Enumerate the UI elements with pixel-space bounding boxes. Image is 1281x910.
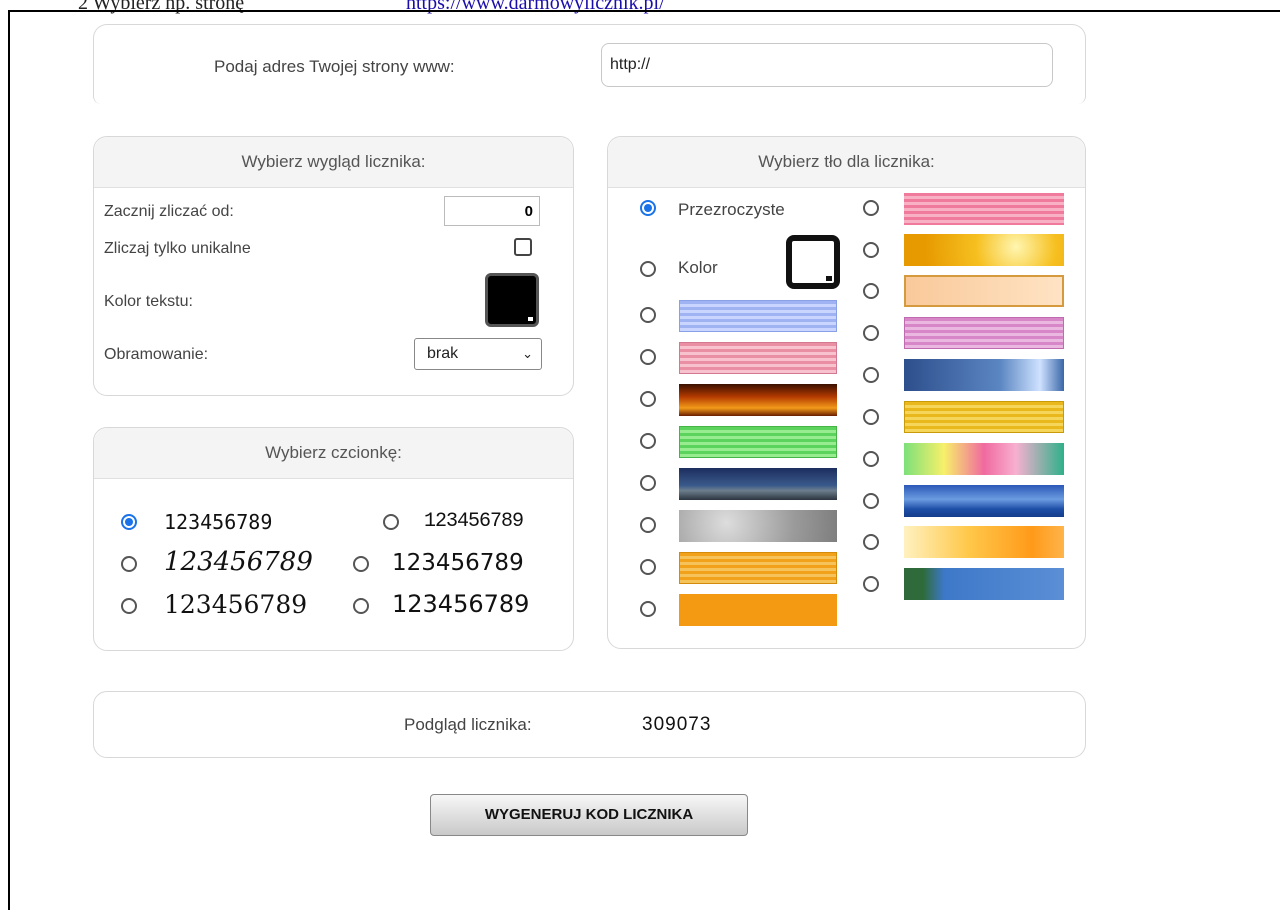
bg-radio-left-6[interactable] (640, 517, 656, 533)
background-panel: Wybierz tło dla licznika: Przezroczyste … (607, 136, 1086, 649)
border-select-value: brak (427, 345, 459, 362)
bg-radio-color[interactable] (640, 261, 656, 277)
bg-strip-orange-lines[interactable] (679, 552, 837, 584)
bg-strip-grey-clouds[interactable] (679, 510, 837, 542)
bg-strip-city-night[interactable] (679, 468, 837, 500)
look-panel: Wybierz wygląd licznika: Zacznij zliczać… (93, 136, 574, 396)
background-panel-title: Wybierz tło dla licznika: (608, 137, 1085, 188)
look-panel-title: Wybierz wygląd licznika: (94, 137, 573, 188)
bg-strip-people-orange[interactable] (679, 594, 837, 626)
text-color-picker[interactable] (485, 273, 539, 327)
bg-strip-gold-lines[interactable] (904, 401, 1064, 433)
bg-strip-green-lines[interactable] (679, 426, 837, 458)
font-panel: Wybierz czcionkę: 123456789 123456789 12… (93, 427, 574, 651)
unique-label: Zliczaj tylko unikalne (104, 240, 251, 257)
bg-radio-right-1[interactable] (863, 200, 879, 216)
bg-radio-right-4[interactable] (863, 325, 879, 341)
font-sample-6: 123456789 (392, 590, 530, 618)
start-count-input[interactable] (444, 196, 540, 226)
start-label: Zacznij zliczać od: (104, 203, 234, 220)
bg-radio-right-3[interactable] (863, 283, 879, 299)
bg-radio-left-2[interactable] (640, 349, 656, 365)
bg-strip-pink-lines-2[interactable] (904, 193, 1064, 225)
bg-strip-violet-lines[interactable] (904, 317, 1064, 349)
bg-radio-left-3[interactable] (640, 391, 656, 407)
preview-counter-value: 309073 (642, 714, 712, 735)
generate-code-button[interactable]: WYGENERUJ KOD LICZNIKA (430, 794, 748, 836)
preview-label: Podgląd licznika: (404, 715, 532, 734)
bg-radio-right-7[interactable] (863, 451, 879, 467)
bg-strip-pink-lines[interactable] (679, 342, 837, 374)
bg-color-picker[interactable] (786, 235, 840, 289)
font-sample-3: 123456789 (164, 547, 313, 577)
bg-strip-orange-sunset[interactable] (904, 526, 1064, 558)
bg-radio-right-5[interactable] (863, 367, 879, 383)
bg-radio-left-7[interactable] (640, 559, 656, 575)
bg-strip-blue-lines[interactable] (679, 300, 837, 332)
font-sample-5: 123456789 (164, 590, 308, 619)
bg-strip-sun-yellow[interactable] (904, 234, 1064, 266)
bg-radio-transparent[interactable] (640, 200, 656, 216)
font-radio-5[interactable] (121, 598, 137, 614)
unique-checkbox[interactable] (514, 238, 532, 256)
font-radio-3[interactable] (121, 556, 137, 572)
chevron-down-icon: ⌄ (522, 346, 533, 361)
url-label: Podaj adres Twojej strony www: (214, 57, 455, 76)
font-panel-title: Wybierz czcionkę: (94, 428, 573, 479)
bg-radio-left-4[interactable] (640, 433, 656, 449)
font-radio-1[interactable] (121, 514, 137, 530)
preview-panel: Podgląd licznika: 309073 (93, 691, 1086, 758)
border-label: Obramowanie: (104, 346, 209, 363)
bg-strip-blue-sky[interactable] (904, 359, 1064, 391)
bg-strip-tree-sky[interactable] (904, 568, 1064, 600)
url-input[interactable] (601, 43, 1053, 87)
bg-radio-right-9[interactable] (863, 534, 879, 550)
bg-radio-left-8[interactable] (640, 601, 656, 617)
bg-radio-left-1[interactable] (640, 307, 656, 323)
bg-radio-right-6[interactable] (863, 409, 879, 425)
bg-strip-blue-mountains[interactable] (904, 485, 1064, 517)
bg-color-label: Kolor (678, 258, 718, 277)
font-sample-4: 123456789 (392, 550, 524, 576)
bg-strip-rainbow-bokeh[interactable] (904, 443, 1064, 475)
bg-radio-right-2[interactable] (863, 242, 879, 258)
font-sample-1: 123456789 (164, 510, 273, 534)
text-color-label: Kolor tekstu: (104, 293, 193, 310)
bg-strip-fire[interactable] (679, 384, 837, 416)
bg-radio-right-10[interactable] (863, 576, 879, 592)
font-radio-4[interactable] (353, 556, 369, 572)
bg-radio-left-5[interactable] (640, 475, 656, 491)
bg-radio-right-8[interactable] (863, 493, 879, 509)
url-panel: Podaj adres Twojej strony www: (93, 24, 1086, 104)
bg-transparent-label: Przezroczyste (678, 200, 785, 219)
font-radio-6[interactable] (353, 598, 369, 614)
bg-strip-peach-frame[interactable] (904, 275, 1064, 307)
font-sample-2: 123456789 (424, 510, 524, 533)
border-select[interactable]: brak ⌄ (414, 338, 542, 370)
font-radio-2[interactable] (383, 514, 399, 530)
